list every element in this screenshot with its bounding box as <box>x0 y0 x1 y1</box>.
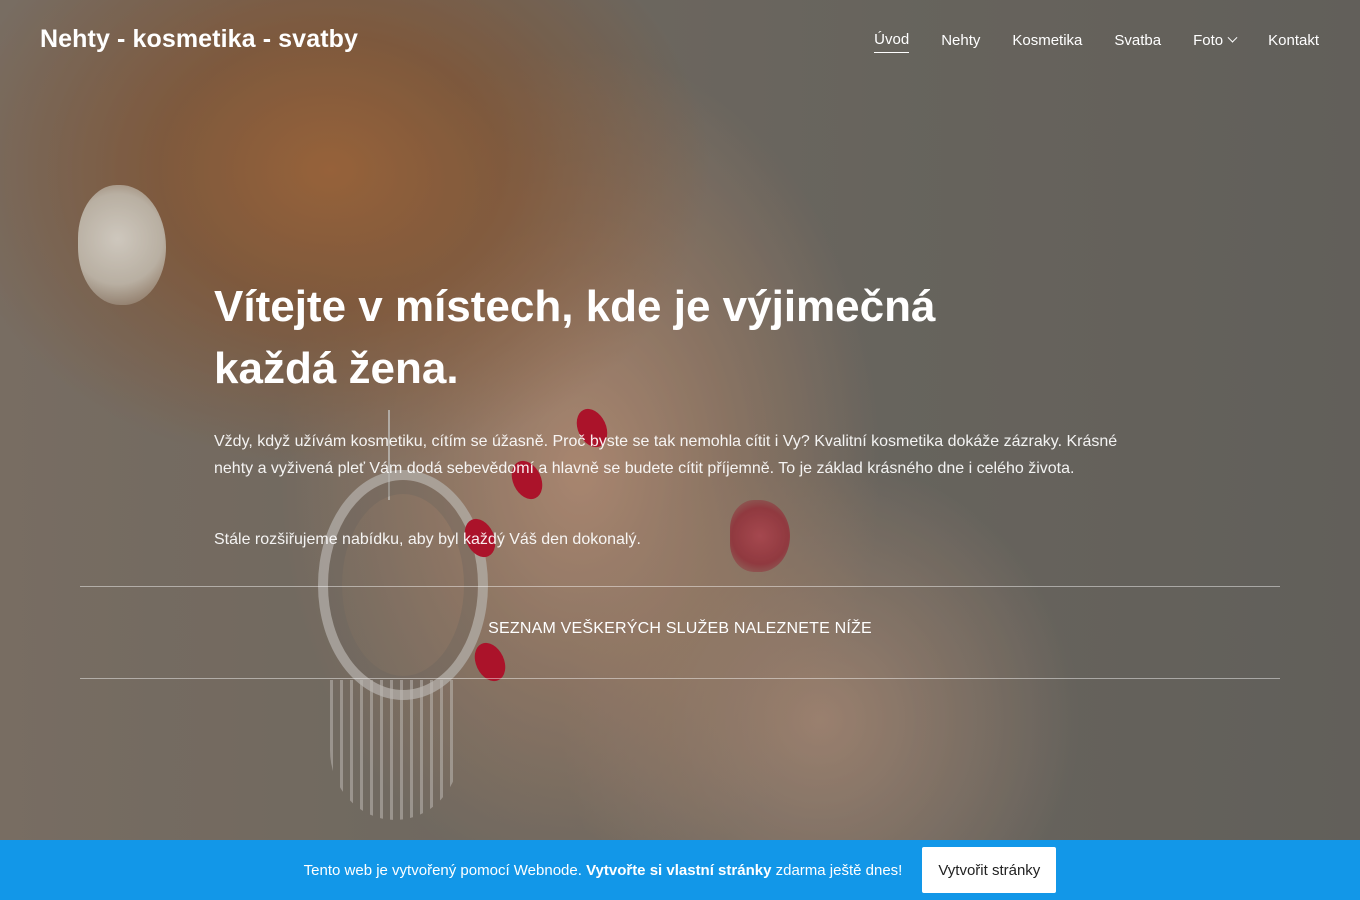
nav-item-uvod[interactable]: Úvod <box>874 31 910 53</box>
services-link[interactable]: SEZNAM VEŠKERÝCH SLUŽEB NALEZNETE NÍŽE <box>80 620 1280 638</box>
divider <box>80 586 1280 587</box>
main-nav: Úvod Nehty Kosmetika Svatba Foto Kontakt <box>842 31 1319 53</box>
hero-background <box>0 0 1360 840</box>
nav-item-label: Svatba <box>1114 31 1162 49</box>
webnode-banner: Tento web je vytvořený pomocí Webnode. V… <box>0 840 1360 900</box>
divider <box>80 678 1280 679</box>
hero-overlay <box>0 0 1360 840</box>
nav-item-svatba[interactable]: Svatba <box>1114 32 1161 53</box>
nav-item-label: Úvod <box>874 31 910 48</box>
hero-headline: Vítejte v místech, kde je výjimečná každ… <box>214 276 1074 400</box>
nav-item-kosmetika[interactable]: Kosmetika <box>1012 32 1082 53</box>
banner-text-before: Tento web je vytvořený pomocí Webnode. <box>303 861 582 879</box>
nav-item-label: Nehty <box>941 31 981 49</box>
banner-text: Tento web je vytvořený pomocí Webnode. V… <box>304 862 903 879</box>
hero-paragraph-offer: Stále rozšiřujeme nabídku, aby byl každý… <box>214 531 641 548</box>
nav-item-label: Kosmetika <box>1012 31 1083 49</box>
hero-headline-line2: každá žena. <box>214 344 459 393</box>
nav-item-kontakt[interactable]: Kontakt <box>1268 32 1319 53</box>
create-site-button[interactable]: Vytvořit stránky <box>922 847 1057 893</box>
nav-item-label: Kontakt <box>1268 31 1319 49</box>
nav-item-nehty[interactable]: Nehty <box>941 32 980 53</box>
hero-paragraph-intro: Vždy, když užívám kosmetiku, cítím se úž… <box>214 433 1118 477</box>
nav-item-label: Foto <box>1193 31 1224 49</box>
banner-text-after: zdarma ještě dnes! <box>775 861 903 879</box>
site-logo[interactable]: Nehty - kosmetika - svatby <box>40 25 358 54</box>
site-header: Nehty - kosmetika - svatby Úvod Nehty Ko… <box>0 0 1360 80</box>
banner-text-bold: Vytvořte si vlastní stránky <box>586 861 772 879</box>
nav-item-foto[interactable]: Foto <box>1193 31 1238 53</box>
chevron-down-icon <box>1227 32 1238 43</box>
hero-headline-line1: Vítejte v místech, kde je výjimečná <box>214 282 936 331</box>
